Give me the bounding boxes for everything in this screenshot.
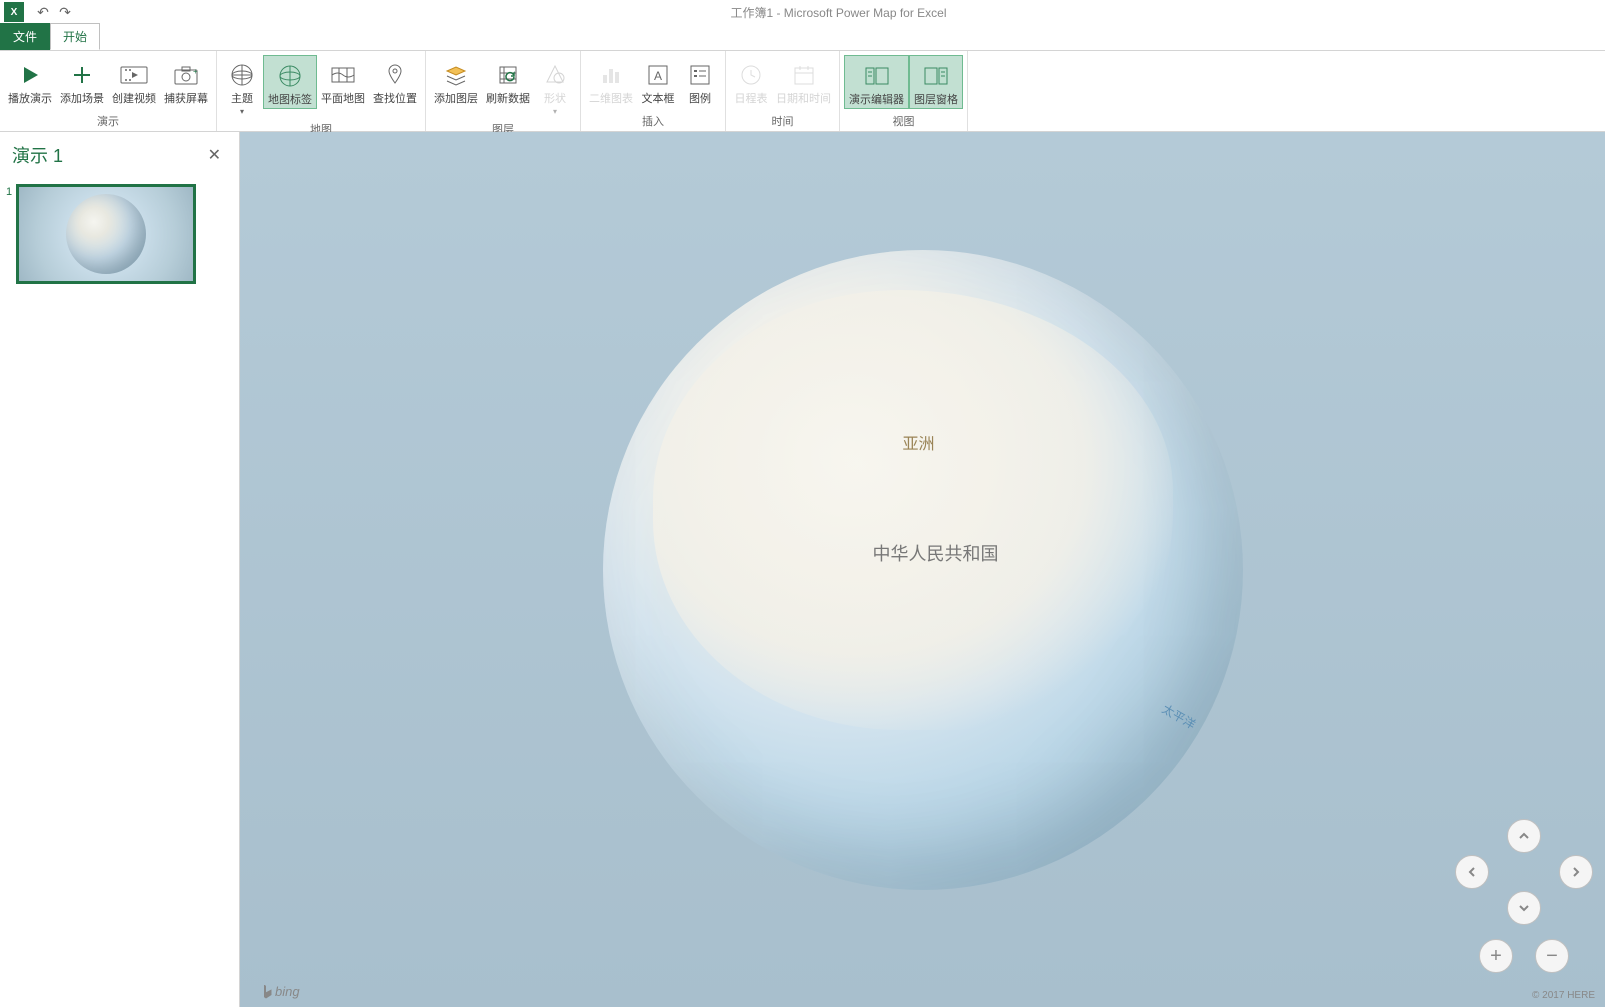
globe-icon <box>230 57 254 93</box>
ribbon-group-time: 日程表 日期和时间 时间 <box>726 51 840 131</box>
flat-map-button[interactable]: 平面地图 <box>317 55 369 107</box>
rotate-right-button[interactable] <box>1559 855 1593 889</box>
pin-icon <box>383 57 407 93</box>
add-scene-button[interactable]: 添加场景 <box>56 55 108 107</box>
ribbon-group-demo: 播放演示 添加场景 创建视频 + 捕获屏幕 演示 <box>0 51 217 131</box>
refresh-data-button[interactable]: 刷新数据 <box>482 55 534 107</box>
shape-button: 形状▾ <box>534 55 576 119</box>
window-title: 工作簿1 - Microsoft Power Map for Excel <box>76 4 1601 21</box>
chevron-right-icon <box>1569 865 1583 879</box>
chart2d-button: 二维图表 <box>585 55 637 107</box>
scene-thumbnail[interactable] <box>16 184 196 284</box>
legend-icon <box>689 57 711 93</box>
ribbon-group-map: 主题▾ 地图标签 平面地图 查找位置 地图 <box>217 51 426 131</box>
tab-file[interactable]: 文件 <box>0 23 50 50</box>
map-label-asia: 亚洲 <box>903 430 935 454</box>
bar-chart-icon <box>599 57 623 93</box>
plus-icon <box>70 57 94 93</box>
tour-editor-pane: 演示 1 ✕ 1 <box>0 132 240 1007</box>
add-layer-button[interactable]: 添加图层 <box>430 55 482 107</box>
chevron-down-icon: ▾ <box>240 107 244 116</box>
group-label-view: 视图 <box>844 111 963 131</box>
map-canvas[interactable]: 亚洲 中华人民共和国 太平洋 bing © 2017 HERE + − <box>240 132 1605 1007</box>
layer-pane-button[interactable]: 图层窗格 <box>909 55 963 109</box>
ribbon-group-insert: 二维图表 A 文本框 图例 插入 <box>581 51 726 131</box>
ribbon-group-layer: 添加图层 刷新数据 形状▾ 图层 <box>426 51 581 131</box>
editor-icon <box>864 58 890 94</box>
svg-text:A: A <box>654 69 662 83</box>
tilt-up-button[interactable] <box>1507 819 1541 853</box>
copyright-attribution: © 2017 HERE <box>1532 990 1595 1001</box>
shape-icon <box>543 57 567 93</box>
bing-attribution: bing <box>262 984 300 999</box>
ribbon-group-view: 演示编辑器 图层窗格 视图 <box>840 51 968 131</box>
redo-button[interactable]: ↷ <box>54 1 76 23</box>
datetime-button: 日期和时间 <box>772 55 835 107</box>
globe[interactable]: 亚洲 中华人民共和国 太平洋 <box>603 250 1243 890</box>
chevron-down-icon <box>1517 901 1531 915</box>
legend-button[interactable]: 图例 <box>679 55 721 107</box>
titlebar: X ↶ ↷ 工作簿1 - Microsoft Power Map for Exc… <box>0 0 1605 24</box>
play-tour-button[interactable]: 播放演示 <box>4 55 56 107</box>
capture-screen-button[interactable]: + 捕获屏幕 <box>160 55 212 107</box>
main-area: 演示 1 ✕ 1 亚洲 中华人民共和国 太平洋 bing © 2017 HERE <box>0 132 1605 1007</box>
flat-map-icon <box>330 57 356 93</box>
calendar-icon <box>792 57 816 93</box>
textbox-icon: A <box>647 57 669 93</box>
map-label-china: 中华人民共和国 <box>873 540 999 566</box>
tab-start[interactable]: 开始 <box>50 23 100 50</box>
scene-number: 1 <box>6 184 16 284</box>
scene-item[interactable]: 1 <box>6 184 233 284</box>
group-label-demo: 演示 <box>4 111 212 131</box>
app-icon: X <box>4 2 24 22</box>
close-pane-button[interactable]: ✕ <box>202 145 227 165</box>
tour-editor-button[interactable]: 演示编辑器 <box>844 55 909 109</box>
textbox-button[interactable]: A 文本框 <box>637 55 679 107</box>
map-labels-button[interactable]: 地图标签 <box>263 55 317 109</box>
video-icon <box>120 57 148 93</box>
ribbon-tabs: 文件 开始 <box>0 24 1605 50</box>
zoom-out-button[interactable]: − <box>1535 939 1569 973</box>
chevron-left-icon <box>1465 865 1479 879</box>
theme-button[interactable]: 主题▾ <box>221 55 263 119</box>
undo-button[interactable]: ↶ <box>32 1 54 23</box>
group-label-insert: 插入 <box>585 111 721 131</box>
svg-text:+: + <box>193 67 198 76</box>
rotate-left-button[interactable] <box>1455 855 1489 889</box>
tour-title: 演示 1 <box>12 142 63 168</box>
map-label-pacific: 太平洋 <box>1160 700 1200 733</box>
pane-icon <box>923 58 949 94</box>
clock-icon <box>739 57 763 93</box>
tilt-down-button[interactable] <box>1507 891 1541 925</box>
ribbon: 播放演示 添加场景 创建视频 + 捕获屏幕 演示 <box>0 50 1605 132</box>
timeline-button: 日程表 <box>730 55 772 107</box>
play-icon <box>18 57 42 93</box>
refresh-icon <box>496 57 520 93</box>
create-video-button[interactable]: 创建视频 <box>108 55 160 107</box>
find-location-button[interactable]: 查找位置 <box>369 55 421 107</box>
chevron-down-icon: ▾ <box>553 107 557 116</box>
globe-thumb-icon <box>66 194 146 274</box>
layers-icon <box>444 57 468 93</box>
chevron-up-icon <box>1517 829 1531 843</box>
camera-icon: + <box>173 57 199 93</box>
zoom-in-button[interactable]: + <box>1479 939 1513 973</box>
globe-label-icon <box>278 58 302 94</box>
group-label-time: 时间 <box>730 111 835 131</box>
